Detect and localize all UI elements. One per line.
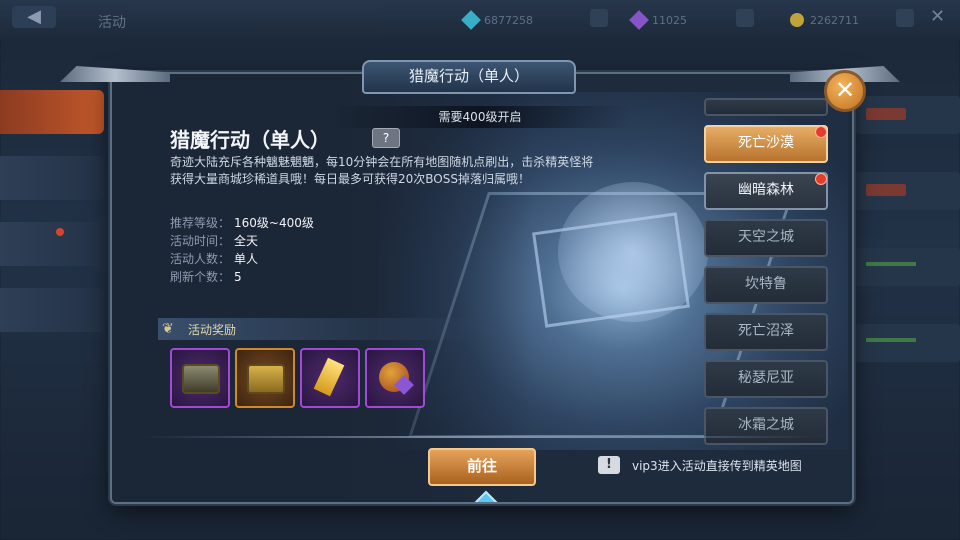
map-item[interactable]: 天空之城 xyxy=(704,219,828,257)
gold-chest-icon[interactable] xyxy=(235,348,295,408)
dark-chest-icon[interactable] xyxy=(170,348,230,408)
red-dot-icon xyxy=(56,228,64,236)
info-key: 活动时间： xyxy=(170,234,231,248)
map-item[interactable]: 秘瑟尼亚 xyxy=(704,360,828,398)
add-button[interactable] xyxy=(736,9,754,27)
info-value: 全天 xyxy=(234,234,259,248)
event-description: 奇迹大陆充斥各种魑魅魍魉，每10分钟会在所有地图随机点刷出，击杀精英怪将获得大量… xyxy=(170,155,594,186)
map-item[interactable]: 冰霜之城 xyxy=(704,407,828,445)
map-label: 死亡沙漠 xyxy=(738,135,794,151)
unlock-requirement: 需要400级开启 xyxy=(330,106,630,128)
map-label: 秘瑟尼亚 xyxy=(738,370,794,386)
gold-value: 2262711 xyxy=(810,13,859,27)
top-bar: ◀ 活动 6877258 11025 2262711 ✕ xyxy=(0,0,960,40)
back-button[interactable]: ◀ xyxy=(12,6,56,28)
close-icon[interactable]: ✕ xyxy=(930,6,950,27)
map-label: 冰霜之城 xyxy=(738,417,794,433)
reward-items xyxy=(170,348,425,408)
nav-item[interactable] xyxy=(0,156,104,200)
map-label: 幽暗森林 xyxy=(738,182,794,198)
gold-crystal-icon[interactable] xyxy=(300,348,360,408)
add-button[interactable] xyxy=(896,9,914,27)
treasure-bag-icon[interactable] xyxy=(365,348,425,408)
gold-coin-icon xyxy=(790,13,804,27)
info-key: 推荐等级： xyxy=(170,216,231,230)
map-item-selected[interactable]: 死亡沙漠 xyxy=(704,125,828,163)
bg-panel xyxy=(856,324,960,362)
vip-tip: vip3进入活动直接传到精英地图 xyxy=(632,459,802,473)
map-item[interactable]: 坎特鲁 xyxy=(704,266,828,304)
help-icon[interactable]: ? xyxy=(372,128,400,148)
info-value: 5 xyxy=(234,270,242,284)
red-dot-icon xyxy=(815,173,827,185)
nav-item[interactable] xyxy=(0,288,104,332)
resource-gold: 2262711 xyxy=(790,10,859,30)
map-item[interactable]: 死亡沼泽 xyxy=(704,313,828,351)
add-button[interactable] xyxy=(590,9,608,27)
map-list: 死亡沙漠 幽暗森林 天空之城 坎特鲁 死亡沼泽 秘瑟尼亚 冰霜之城 xyxy=(704,98,828,454)
nav-item[interactable] xyxy=(0,90,104,134)
left-nav xyxy=(0,90,104,354)
red-dot-icon xyxy=(815,126,827,138)
info-value: 单人 xyxy=(234,252,259,266)
crystal-value: 11025 xyxy=(652,13,687,27)
event-info: 推荐等级： 160级~400级 活动时间： 全天 活动人数： 单人 刷新个数： 5 xyxy=(170,214,314,286)
close-button[interactable]: ✕ xyxy=(824,70,866,112)
map-item[interactable] xyxy=(704,98,828,116)
map-label: 天空之城 xyxy=(738,229,794,245)
rewards-header: ❦ 活动奖励 xyxy=(158,318,478,340)
info-key: 活动人数： xyxy=(170,252,231,266)
dialog-title-tab: 猎魔行动（单人） xyxy=(362,60,576,94)
bg-panel xyxy=(856,96,960,134)
wings-emblem-icon: ❦ xyxy=(162,321,174,337)
map-label: 死亡沼泽 xyxy=(738,323,794,339)
event-dialog: 需要400级开启 猎魔行动（单人） ? 奇迹大陆充斥各种魑魅魍魉，每10分钟会在… xyxy=(110,72,854,504)
map-item[interactable]: 幽暗森林 xyxy=(704,172,828,210)
bg-panel xyxy=(856,248,960,286)
resource-diamond: 6877258 xyxy=(461,10,533,30)
nav-item[interactable] xyxy=(0,222,104,266)
event-title: 猎魔行动（单人） xyxy=(170,128,330,152)
divider xyxy=(142,436,822,438)
purple-crystal-icon xyxy=(629,10,649,30)
diamond-value: 6877258 xyxy=(484,13,533,27)
bg-panel xyxy=(856,172,960,210)
info-value: 160级~400级 xyxy=(234,216,314,230)
rewards-title: 活动奖励 xyxy=(188,323,237,337)
map-label: 坎特鲁 xyxy=(745,276,787,292)
resource-crystal: 11025 xyxy=(629,10,687,30)
info-key: 刷新个数： xyxy=(170,270,231,284)
notice-icon: ! xyxy=(598,456,620,474)
right-column xyxy=(856,96,960,400)
top-title: 活动 xyxy=(98,15,126,31)
go-button[interactable]: 前往 xyxy=(428,448,536,486)
blue-diamond-icon xyxy=(461,10,481,30)
